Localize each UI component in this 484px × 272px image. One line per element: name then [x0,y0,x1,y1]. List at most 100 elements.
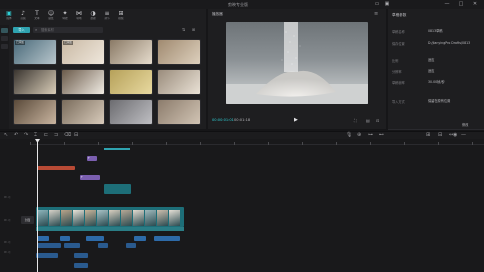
toolbar-media-tab[interactable]: ▣ 媒体 [2,11,16,23]
toolbar-filter-tab[interactable]: ◑ 滤镜 [86,11,100,23]
subtitle-clip[interactable] [37,243,61,248]
sort-icon[interactable]: ⇅ [180,27,187,33]
search-input[interactable]: 搜索素材 [33,27,103,33]
toolbar-tab-label: 特效 [62,17,68,20]
player-title: 播放器 [212,12,223,16]
subtitle-clip[interactable] [154,236,180,241]
track-sub-icon[interactable]: ⊙ ◁ [4,250,10,254]
modify-button[interactable]: 修改 [462,122,468,127]
magnet-icon[interactable]: ⊕ [357,131,361,139]
current-timecode: 00:00:01:01 [212,118,234,122]
audio-clip[interactable] [37,166,75,170]
subtitle-clip[interactable] [126,243,136,248]
side-nav-cloud[interactable] [1,36,8,41]
record-icon[interactable]: 🎙 [346,131,352,139]
cover-button[interactable]: 封面 [21,216,34,224]
ruler-tick [268,142,269,145]
zoom-out-icon[interactable]: ⊟ [438,131,442,139]
fullscreen-icon[interactable]: ⛶ [354,118,357,123]
import-button[interactable]: 导入 [13,27,30,33]
subtitle-clip[interactable] [60,236,70,241]
subtitle-clip[interactable] [98,243,108,248]
media-thumbnail[interactable]: 已添加 [61,39,105,65]
media-thumbnail[interactable] [157,99,201,125]
media-thumbnail[interactable]: 已添加 [13,39,57,65]
subtitle-clip[interactable] [74,253,88,258]
main-track-frame [37,210,48,226]
ruler-tick [98,142,99,145]
trim-right-icon[interactable]: ⊐ [54,131,58,139]
subtitle-clip[interactable] [86,236,104,241]
zoom-handle-icon[interactable]: ◉ [453,131,457,139]
toolbar-template-tab[interactable]: ⊞ 模板 [114,11,128,23]
video-preview[interactable] [226,22,368,104]
toolbar-tab-label: 滤镜 [90,17,96,20]
media-thumbnail[interactable] [157,69,201,95]
select-icon[interactable]: ↖ [4,131,8,139]
close-icon[interactable]: ✕ [472,2,478,7]
preview-axis-icon[interactable]: ⊷ [379,131,384,139]
main-track-frame [73,210,84,226]
redo-icon[interactable]: ↷ [24,131,28,139]
track-eye-icon[interactable]: ⊙ ◁ [4,218,10,222]
ratio-icon[interactable]: ▤ [366,118,370,123]
zoom-fit-icon[interactable]: ⊞ [426,131,430,139]
view-grid-icon[interactable]: ⊞ [190,27,197,33]
media-thumbnail[interactable] [109,69,153,95]
ruler-tick [30,142,31,145]
link-icon[interactable]: ⊶ [368,131,373,139]
text-clip[interactable]: T [87,156,97,161]
layout-icon[interactable]: ▭ [374,2,380,7]
text-clip[interactable]: T [80,175,100,180]
track-lock-icon[interactable]: ⊙ ◁ [4,195,10,199]
media-thumbnail[interactable] [13,99,57,125]
maximize-icon[interactable]: □ [458,2,464,7]
media-thumbnail[interactable] [157,39,201,65]
toolbar-effects-tab[interactable]: ✦ 特效 [58,11,72,23]
subtitle-clip[interactable] [134,236,146,241]
freeze-icon[interactable]: ⊟ [74,131,78,139]
sticker-clip[interactable] [104,184,131,194]
property-value: 保留在原有位置 [428,99,451,103]
toolbar-adjust-tab[interactable]: ≡ 调节 [100,11,114,23]
toolbar-transition-tab[interactable]: ⋈ 转场 [72,11,86,23]
main-track-frame [133,210,144,226]
media-thumbnail[interactable] [109,99,153,125]
split-icon[interactable]: ⌶ [34,131,37,139]
undo-icon[interactable]: ↶ [14,131,18,139]
zoom-track-icon[interactable]: — [461,131,466,139]
ruler-tick [472,142,473,145]
main-track-frame [85,210,96,226]
media-thumbnail[interactable] [13,69,57,95]
subtitle-clip[interactable] [74,263,88,268]
ruler-tick [336,142,337,145]
side-nav-local[interactable] [1,28,8,33]
subtitle-clip[interactable] [64,243,80,248]
timeline-area [0,139,484,272]
delete-icon[interactable]: ⌫ [64,131,71,139]
play-button[interactable]: ▶ [294,117,298,123]
track-audio-icon[interactable]: ⊙ ◁ [4,240,10,244]
property-label: 草稿名称 [392,30,405,34]
minimize-icon[interactable]: — [444,2,450,7]
subtitle-clip[interactable] [37,236,49,241]
toolbar-text-tab[interactable]: T 文本 [30,11,44,23]
media-thumbnail[interactable] [61,99,105,125]
side-nav-library[interactable] [1,44,8,49]
player-menu-icon[interactable]: ≡ [374,11,378,17]
subtitle-clip[interactable] [36,253,58,258]
ruler-tick [438,142,439,145]
toolbar-sticker-tab[interactable]: ☺ 贴纸 [44,11,58,23]
property-label: 比例 [392,59,399,63]
playhead[interactable] [37,139,38,272]
media-thumbnail[interactable] [109,39,153,65]
main-track-frame [109,210,120,226]
main-track-frame [145,210,156,226]
trim-left-icon[interactable]: ⊏ [44,131,48,139]
shortcut-icon[interactable]: ▣ [384,2,390,7]
timeline-ruler[interactable] [30,139,484,145]
properties-title: 草稿参数 [392,13,407,17]
toolbar-audio-tab[interactable]: ♪ 音频 [16,11,30,23]
media-thumbnail[interactable] [61,69,105,95]
expand-icon[interactable]: ⊡ [376,118,379,123]
